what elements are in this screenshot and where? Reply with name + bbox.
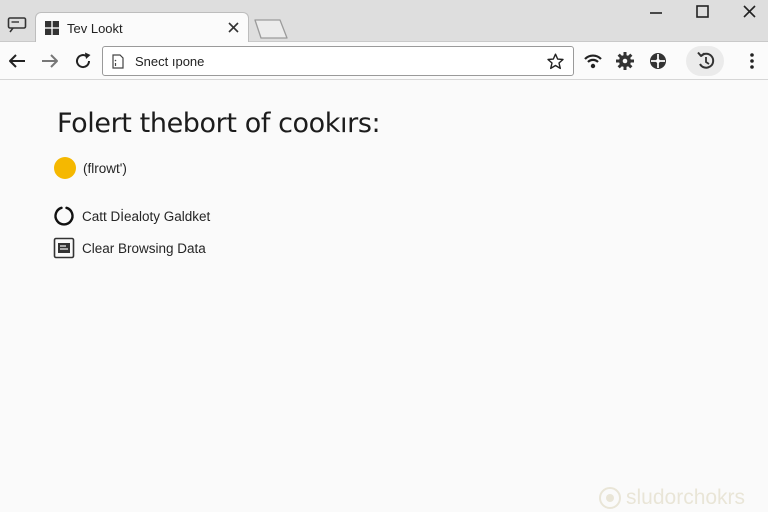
tab-active[interactable]: Tev Lookt [35, 12, 249, 43]
watermark-text: sludorchokrs [626, 486, 746, 509]
tab-title: Tev Lookt [67, 21, 123, 36]
wifi-extension-icon[interactable] [582, 50, 604, 72]
status-dot-icon [54, 157, 76, 179]
page-info-icon[interactable] [112, 54, 124, 69]
address-input[interactable] [135, 52, 515, 71]
browser-window: Tev Lookt Snect ıpone Folert thebort of … [0, 0, 768, 512]
clear-browsing-data-option[interactable]: Clear Browsing Data [53, 236, 206, 260]
puzzle-extension-icon[interactable] [647, 50, 669, 72]
loading-ring-icon [53, 205, 75, 227]
bookmark-star-icon[interactable] [547, 53, 564, 70]
reload-icon[interactable] [72, 50, 94, 72]
page-content: Folert thebort of cookırs: (flrowt') Cat… [0, 81, 768, 512]
watermark: sludorchokrs [598, 486, 745, 510]
status-label: (flrowt') [83, 160, 127, 176]
maximize-icon[interactable] [692, 3, 712, 21]
cart-label: Catt Dİealoty Galdket [82, 208, 211, 224]
profile-button[interactable] [686, 46, 724, 76]
address-bar[interactable] [102, 46, 574, 76]
kebab-menu-icon[interactable] [741, 50, 763, 72]
tab-search-icon[interactable] [7, 16, 29, 33]
status-row: (flrowt') [53, 156, 127, 180]
clear-data-icon [53, 237, 75, 259]
new-tab-button[interactable] [252, 18, 290, 40]
clear-browsing-data-label: Clear Browsing Data [82, 240, 206, 256]
forward-arrow-icon[interactable] [39, 50, 61, 72]
windows-logo-icon [45, 21, 59, 35]
minimize-icon[interactable] [646, 3, 666, 21]
cart-option[interactable]: Catt Dİealoty Galdket [53, 204, 210, 228]
tab-close-icon[interactable] [227, 21, 240, 34]
gear-icon[interactable] [614, 50, 636, 72]
toolbar [0, 42, 768, 80]
back-arrow-icon[interactable] [6, 50, 28, 72]
window-close-icon[interactable] [740, 3, 760, 21]
tab-strip: Tev Lookt [0, 0, 768, 43]
history-icon [697, 51, 715, 69]
page-title: Folert thebort of cookırs: [57, 108, 381, 139]
watermark-logo-icon [598, 486, 622, 510]
